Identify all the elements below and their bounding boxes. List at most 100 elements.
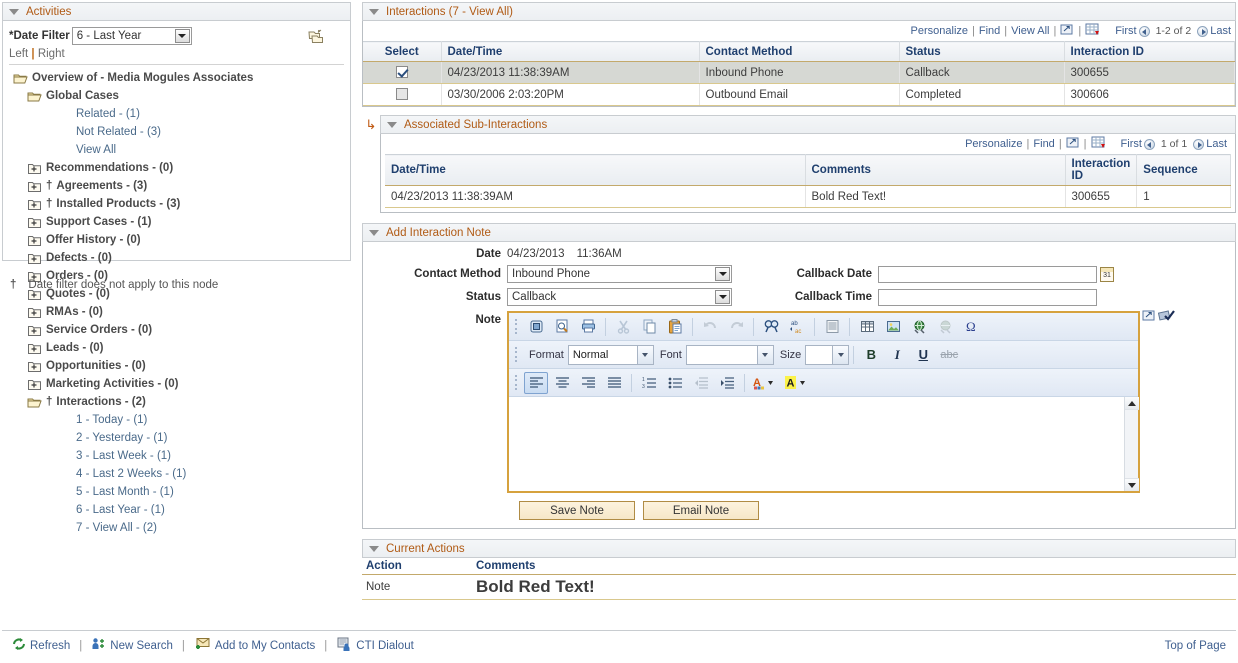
closed-folder-plus-icon[interactable] xyxy=(27,234,42,247)
folder-filter-icon[interactable] xyxy=(306,27,326,50)
align-center-icon[interactable] xyxy=(550,372,574,394)
right-link[interactable]: Right xyxy=(38,48,65,60)
closed-folder-plus-icon[interactable] xyxy=(27,378,42,391)
text-color-icon[interactable]: A xyxy=(750,372,780,394)
chevron-down-icon[interactable] xyxy=(715,290,730,304)
bulleted-list-icon[interactable] xyxy=(663,372,687,394)
next-page-icon[interactable] xyxy=(1197,25,1209,37)
refresh-button[interactable]: Refresh xyxy=(12,637,70,654)
column-header[interactable]: Interaction ID xyxy=(1065,154,1138,186)
chevron-down-icon[interactable] xyxy=(636,345,653,364)
new-search-button[interactable]: New Search xyxy=(91,637,173,654)
save-note-button[interactable]: Save Note xyxy=(519,501,635,520)
tree-node[interactable]: Opportunities - (0) xyxy=(9,357,344,375)
select-cell[interactable] xyxy=(363,61,442,84)
open-new-window-icon[interactable] xyxy=(1060,23,1074,39)
source-view-icon[interactable] xyxy=(524,316,548,338)
undo-icon[interactable] xyxy=(698,316,722,338)
add-to-contacts-button[interactable]: Add to My Contacts xyxy=(194,637,315,654)
chevron-down-icon[interactable] xyxy=(756,345,773,364)
background-color-icon[interactable]: A xyxy=(782,372,812,394)
last-link[interactable]: Last xyxy=(1206,138,1227,150)
open-folder-icon[interactable] xyxy=(27,90,42,103)
column-header[interactable]: Comments xyxy=(805,154,1066,186)
contact-method-select[interactable]: Inbound Phone xyxy=(507,265,732,283)
special-character-icon[interactable]: Ω xyxy=(959,316,983,338)
current-actions-section-header[interactable]: Current Actions xyxy=(362,539,1236,558)
activities-section-header[interactable]: Activities xyxy=(2,2,351,21)
column-header[interactable]: Sequence xyxy=(1136,154,1231,186)
align-justify-icon[interactable] xyxy=(602,372,626,394)
closed-folder-plus-icon[interactable] xyxy=(27,216,42,229)
view-all-link[interactable]: View All xyxy=(1011,25,1049,37)
closed-folder-plus-icon[interactable] xyxy=(27,180,42,193)
note-expand-icon[interactable] xyxy=(1142,309,1156,325)
callback-time-input[interactable] xyxy=(878,288,1097,306)
tree-node[interactable]: Global Cases xyxy=(9,87,344,105)
tree-node[interactable]: 1 - Today - (1) xyxy=(9,411,344,429)
download-to-excel-icon[interactable] xyxy=(1085,23,1101,39)
collapse-triangle-icon[interactable] xyxy=(369,8,379,15)
tree-node[interactable]: † Interactions - (2) xyxy=(9,393,344,411)
print-icon[interactable] xyxy=(576,316,600,338)
toolbar-grip-icon[interactable] xyxy=(515,374,519,391)
tree-node[interactable]: Offer History - (0) xyxy=(9,231,344,249)
tree-node[interactable]: 7 - View All - (2) xyxy=(9,519,344,537)
spellcheck-icon[interactable] xyxy=(1157,307,1175,326)
status-select[interactable]: Callback xyxy=(507,288,732,306)
closed-folder-plus-icon[interactable] xyxy=(27,198,42,211)
add-note-section-header[interactable]: Add Interaction Note xyxy=(362,223,1236,242)
tree-node[interactable]: Overview of - Media Mogules Associates xyxy=(9,69,344,87)
tree-node[interactable]: Leads - (0) xyxy=(9,339,344,357)
size-select[interactable] xyxy=(805,344,850,365)
table-row[interactable]: 04/23/2013 11:38:39AM Inbound Phone Callba… xyxy=(363,61,1235,84)
unlink-icon[interactable] xyxy=(933,316,957,338)
column-header[interactable]: Select xyxy=(363,41,442,62)
tree-node[interactable]: Marketing Activities - (0) xyxy=(9,375,344,393)
tree-node[interactable]: Support Cases - (1) xyxy=(9,213,344,231)
tree-node[interactable]: 5 - Last Month - (1) xyxy=(9,483,344,501)
cut-icon[interactable] xyxy=(611,316,635,338)
note-editor[interactable]: ab ac Ω Format Normal Font Size B I U ab… xyxy=(507,311,1140,493)
table-icon[interactable] xyxy=(855,316,879,338)
strikethrough-icon[interactable]: abc xyxy=(937,344,961,366)
toolbar-grip-icon[interactable] xyxy=(515,318,519,335)
tree-node[interactable]: 2 - Yesterday - (1) xyxy=(9,429,344,447)
redo-icon[interactable] xyxy=(724,316,748,338)
replace-icon[interactable]: ab ac xyxy=(785,316,809,338)
indent-icon[interactable] xyxy=(715,372,739,394)
align-left-icon[interactable] xyxy=(524,371,548,394)
date-filter-select[interactable]: 6 - Last Year xyxy=(71,27,192,45)
tree-node[interactable]: Service Orders - (0) xyxy=(9,321,344,339)
tree-node[interactable]: 3 - Last Week - (1) xyxy=(9,447,344,465)
personalize-link[interactable]: Personalize xyxy=(965,138,1022,150)
select-cell[interactable] xyxy=(363,83,442,106)
collapse-triangle-icon[interactable] xyxy=(369,229,379,236)
closed-folder-plus-icon[interactable] xyxy=(27,324,42,337)
closed-folder-plus-icon[interactable] xyxy=(27,342,42,355)
row-checkbox[interactable] xyxy=(395,66,408,79)
outdent-icon[interactable] xyxy=(689,372,713,394)
find-link[interactable]: Find xyxy=(979,25,1000,37)
toolbar-grip-icon[interactable] xyxy=(515,346,519,363)
collapse-triangle-icon[interactable] xyxy=(387,121,397,128)
chevron-down-icon[interactable] xyxy=(715,267,730,281)
column-header[interactable]: Date/Time xyxy=(385,154,806,186)
format-select[interactable]: Normal xyxy=(567,344,654,365)
font-select[interactable] xyxy=(685,344,774,365)
column-header[interactable]: Status xyxy=(899,41,1065,62)
next-page-icon[interactable] xyxy=(1193,138,1205,150)
open-new-window-icon[interactable] xyxy=(1066,136,1080,152)
column-header[interactable]: Date/Time xyxy=(441,41,700,62)
italic-icon[interactable]: I xyxy=(885,344,909,366)
row-checkbox[interactable] xyxy=(395,88,408,101)
column-header[interactable]: Interaction ID xyxy=(1064,41,1235,62)
editor-scrollbar[interactable] xyxy=(1124,397,1139,491)
table-row[interactable]: 04/23/2013 11:38:39AM Bold Red Text! 30065… xyxy=(385,185,1231,208)
closed-folder-plus-icon[interactable] xyxy=(27,252,42,265)
tree-node[interactable]: † Agreements - (3) xyxy=(9,177,344,195)
column-header[interactable]: Action xyxy=(362,558,472,575)
download-to-excel-icon[interactable] xyxy=(1091,136,1107,152)
chevron-down-icon[interactable] xyxy=(832,345,849,364)
scroll-down-icon[interactable] xyxy=(1125,478,1139,491)
